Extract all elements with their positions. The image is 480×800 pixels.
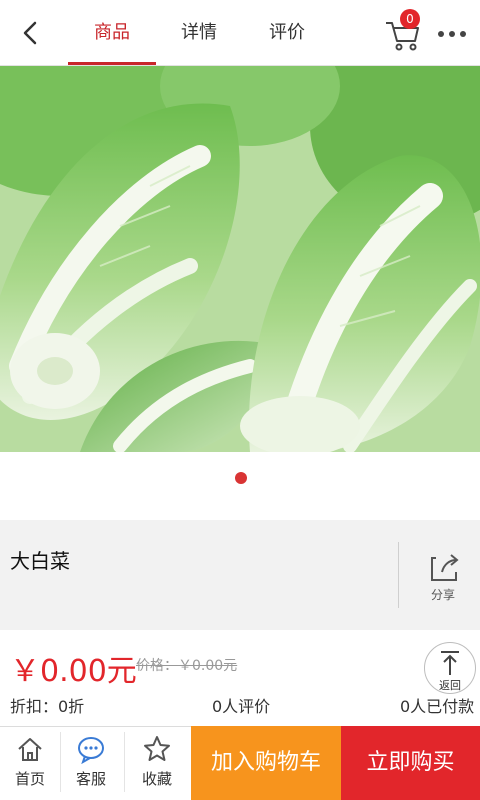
current-price: ￥0.00元 — [10, 654, 137, 689]
chevron-left-icon — [23, 21, 37, 45]
home-label: 首页 — [14, 770, 45, 788]
divider — [398, 542, 399, 608]
chat-bubble-icon — [78, 737, 104, 764]
home-icon — [18, 738, 42, 761]
arrow-up-icon — [441, 651, 459, 675]
buy-now-button[interactable]: 立即购买 — [341, 726, 480, 800]
tab-reviews[interactable]: 评价 — [248, 0, 326, 66]
discount-info: 折扣：0折 — [10, 697, 85, 716]
gallery-dot-active[interactable] — [235, 472, 247, 484]
paid-count: 0人已付款 — [400, 697, 475, 716]
share-button[interactable]: 分享 — [410, 548, 476, 608]
tab-product[interactable]: 商品 — [68, 0, 156, 66]
back-to-top-label: 返回 — [439, 679, 461, 692]
original-price: 价格：￥0.00元 — [136, 658, 238, 674]
product-title-panel — [0, 530, 480, 630]
favorite-label: 收藏 — [141, 770, 172, 788]
cabbage-image — [0, 66, 480, 452]
review-count: 0人评价 — [212, 697, 271, 716]
more-dots-icon — [438, 31, 466, 37]
active-tab-indicator — [68, 62, 156, 65]
product-image[interactable] — [0, 66, 480, 452]
tab-details[interactable]: 详情 — [160, 0, 238, 66]
star-icon — [144, 736, 170, 761]
home-button[interactable]: 首页 — [0, 726, 60, 800]
share-label: 分享 — [430, 588, 455, 602]
share-icon — [431, 554, 459, 581]
favorite-button[interactable]: 收藏 — [127, 726, 187, 800]
divider — [124, 732, 125, 792]
product-name: 大白菜 — [10, 549, 70, 573]
more-menu-button[interactable] — [434, 20, 470, 48]
customer-service-button[interactable]: 客服 — [61, 726, 121, 800]
back-button[interactable] — [12, 14, 50, 52]
add-to-cart-button[interactable]: 加入购物车 — [191, 726, 341, 800]
gallery-indicator-area — [0, 452, 480, 520]
back-to-top-button[interactable]: 返回 — [424, 642, 476, 694]
cart-count-badge: 0 — [400, 9, 420, 29]
customer-service-label: 客服 — [75, 770, 106, 788]
